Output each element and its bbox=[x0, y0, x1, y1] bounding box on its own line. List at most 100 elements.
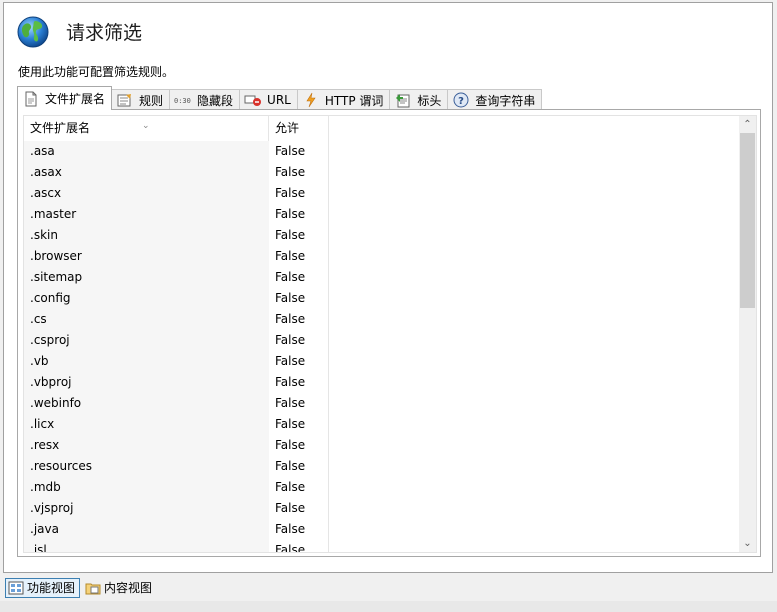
file-extension-cell: .vjsproj bbox=[24, 498, 269, 519]
table-row[interactable]: .asa False bbox=[24, 141, 740, 162]
file-extension-cell: .ascx bbox=[24, 183, 269, 204]
tab-query-strings[interactable]: ? 查询字符串 bbox=[447, 89, 543, 110]
table-row[interactable]: .mdb False bbox=[24, 477, 740, 498]
tab-label: 标头 bbox=[417, 93, 442, 108]
tab-strip: 文件扩展名 规则 0:30 隐藏段 URL HTTP 谓词 标头 ? 查询字符串 bbox=[17, 86, 543, 110]
table-row[interactable]: .skin False bbox=[24, 225, 740, 246]
column-header-row: 文件扩展名 ⌄ 允许 bbox=[24, 116, 740, 141]
table-row[interactable]: .vb False bbox=[24, 351, 740, 372]
iis-request-filtering-window: 请求筛选 使用此功能可配置筛选规则。 文件扩展名 规则 0:30 隐藏段 URL… bbox=[0, 0, 777, 612]
tab-label: 文件扩展名 bbox=[45, 92, 106, 106]
help-question-icon: ? bbox=[452, 92, 470, 108]
tab-label: 规则 bbox=[139, 93, 164, 108]
file-extension-cell: .browser bbox=[24, 246, 269, 267]
table-row[interactable]: .master False bbox=[24, 204, 740, 225]
file-extension-cell: .resources bbox=[24, 456, 269, 477]
table-row[interactable]: .webinfo False bbox=[24, 393, 740, 414]
allowed-cell: False bbox=[269, 141, 329, 162]
table-row[interactable]: .resx False bbox=[24, 435, 740, 456]
file-extension-cell: .webinfo bbox=[24, 393, 269, 414]
view-label: 内容视图 bbox=[104, 581, 153, 595]
tab-http-verbs[interactable]: HTTP 谓词 bbox=[296, 89, 391, 110]
allowed-cell: False bbox=[269, 540, 329, 552]
hidden-segment-icon: 0:30 bbox=[174, 92, 192, 108]
file-extension-cell: .resx bbox=[24, 435, 269, 456]
content-view-icon bbox=[85, 581, 101, 595]
tab-content-panel: 文件扩展名 ⌄ 允许 .asa False .asax False .ascx False… bbox=[17, 109, 761, 557]
file-extension-cell: .master bbox=[24, 204, 269, 225]
table-row[interactable]: .cs False bbox=[24, 309, 740, 330]
page-description: 使用此功能可配置筛选规则。 bbox=[18, 65, 175, 79]
allowed-cell: False bbox=[269, 519, 329, 540]
status-bar bbox=[0, 601, 777, 612]
tab-url[interactable]: URL bbox=[239, 89, 298, 110]
rules-icon bbox=[116, 92, 134, 108]
file-extension-cell: .asax bbox=[24, 162, 269, 183]
file-extension-cell: .asa bbox=[24, 141, 269, 162]
svg-text:0:30: 0:30 bbox=[174, 97, 191, 105]
allowed-cell: False bbox=[269, 288, 329, 309]
table-row[interactable]: .asax False bbox=[24, 162, 740, 183]
tab-file-extensions[interactable]: 文件扩展名 bbox=[17, 86, 113, 110]
globe-filter-icon bbox=[16, 15, 50, 49]
table-row[interactable]: .jsl False bbox=[24, 540, 740, 552]
table-row[interactable]: .config False bbox=[24, 288, 740, 309]
url-deny-icon bbox=[244, 92, 262, 108]
file-extension-cell: .config bbox=[24, 288, 269, 309]
file-extensions-list[interactable]: 文件扩展名 ⌄ 允许 .asa False .asax False .ascx False… bbox=[23, 115, 757, 553]
file-extension-cell: .jsl bbox=[24, 540, 269, 552]
column-header-file-extension[interactable]: 文件扩展名 ⌄ bbox=[24, 116, 269, 141]
view-label: 功能视图 bbox=[27, 581, 76, 595]
content-view-button[interactable]: 内容视图 bbox=[82, 578, 157, 598]
table-row[interactable]: .licx False bbox=[24, 414, 740, 435]
table-row[interactable]: .sitemap False bbox=[24, 267, 740, 288]
feature-view-button[interactable]: 功能视图 bbox=[5, 577, 81, 598]
tab-hidden-segments[interactable]: 0:30 隐藏段 bbox=[169, 89, 241, 110]
tab-label: HTTP 谓词 bbox=[324, 93, 384, 108]
tab-label: URL bbox=[267, 93, 291, 107]
allowed-cell: False bbox=[269, 435, 329, 456]
file-extension-cell: .mdb bbox=[24, 477, 269, 498]
feature-view-icon bbox=[8, 581, 24, 595]
allowed-cell: False bbox=[269, 414, 329, 435]
file-extension-cell: .skin bbox=[24, 225, 269, 246]
headers-icon bbox=[394, 92, 412, 108]
allowed-cell: False bbox=[269, 456, 329, 477]
allowed-cell: False bbox=[269, 498, 329, 519]
vertical-scrollbar[interactable]: ⌃ ⌄ bbox=[739, 116, 756, 552]
allowed-cell: False bbox=[269, 477, 329, 498]
allowed-cell: False bbox=[269, 204, 329, 225]
table-body: .asa False .asax False .ascx False .master Fals… bbox=[24, 141, 740, 552]
lightning-icon bbox=[302, 92, 320, 108]
file-extension-cell: .csproj bbox=[24, 330, 269, 351]
table-row[interactable]: .vjsproj False bbox=[24, 498, 740, 519]
allowed-cell: False bbox=[269, 246, 329, 267]
scroll-up-icon[interactable]: ⌃ bbox=[739, 116, 756, 133]
tab-label: 查询字符串 bbox=[475, 93, 536, 108]
table-row[interactable]: .java False bbox=[24, 519, 740, 540]
table-row[interactable]: .ascx False bbox=[24, 183, 740, 204]
file-extension-cell: .vb bbox=[24, 351, 269, 372]
scrollbar-thumb[interactable] bbox=[740, 133, 755, 308]
table-row[interactable]: .vbproj False bbox=[24, 372, 740, 393]
page-title: 请求筛选 bbox=[66, 22, 143, 44]
allowed-cell: False bbox=[269, 267, 329, 288]
tab-rules[interactable]: 规则 bbox=[111, 89, 171, 110]
file-extension-cell: .java bbox=[24, 519, 269, 540]
allowed-cell: False bbox=[269, 330, 329, 351]
allowed-cell: False bbox=[269, 372, 329, 393]
file-extension-cell: .cs bbox=[24, 309, 269, 330]
svg-text:?: ? bbox=[459, 96, 465, 107]
view-switcher: 功能视图 内容视图 bbox=[0, 575, 777, 600]
allowed-cell: False bbox=[269, 183, 329, 204]
table-row[interactable]: .resources False bbox=[24, 456, 740, 477]
tab-label: 隐藏段 bbox=[197, 93, 234, 108]
table-row[interactable]: .browser False bbox=[24, 246, 740, 267]
tab-headers[interactable]: 标头 bbox=[389, 89, 449, 110]
scroll-down-icon[interactable]: ⌄ bbox=[739, 535, 756, 552]
allowed-cell: False bbox=[269, 309, 329, 330]
table-row[interactable]: .csproj False bbox=[24, 330, 740, 351]
file-extension-cell: .vbproj bbox=[24, 372, 269, 393]
column-header-allowed[interactable]: 允许 bbox=[269, 116, 329, 141]
feature-panel: 请求筛选 使用此功能可配置筛选规则。 文件扩展名 规则 0:30 隐藏段 URL… bbox=[3, 2, 773, 573]
